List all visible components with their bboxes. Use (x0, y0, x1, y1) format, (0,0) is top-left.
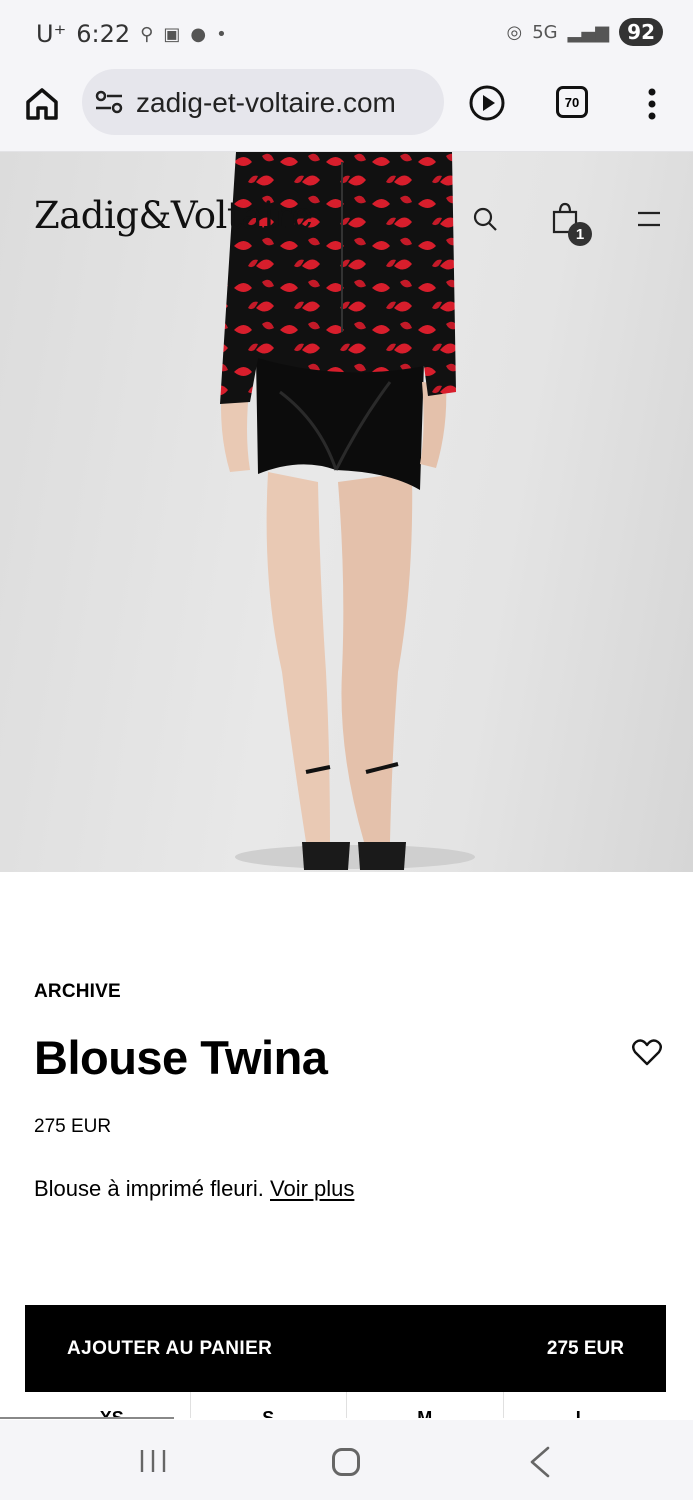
model-illustration (220, 152, 475, 870)
site-settings-icon[interactable] (94, 89, 124, 115)
wishlist-heart-icon[interactable] (632, 1038, 662, 1066)
cart-button[interactable]: 1 (550, 202, 594, 246)
more-notifications-icon: • (216, 23, 227, 45)
clock: 6:22 (76, 20, 131, 48)
recent-apps-icon[interactable] (138, 1448, 168, 1474)
network-type: 5G (532, 21, 558, 43)
signal-icon: ▂▄▆ (567, 21, 610, 43)
search-icon[interactable] (472, 206, 498, 232)
back-icon[interactable] (528, 1446, 552, 1478)
status-bar: U⁺ 6:22 ⚲ ▣ ● • ◎ 5G ▂▄▆ 92 (0, 0, 693, 66)
add-to-cart-button[interactable]: AJOUTER AU PANIER 275 EUR (25, 1305, 666, 1392)
site-logo[interactable]: Zadig&Voltaire (34, 194, 313, 237)
see-more-link[interactable]: Voir plus (270, 1176, 354, 1201)
size-option-m[interactable]: M (346, 1392, 503, 1418)
url-text: zadig-et-voltaire.com (136, 87, 396, 118)
screenshot-icon: ▣ (163, 23, 181, 45)
home-icon[interactable] (22, 84, 62, 124)
size-option-l[interactable]: L (502, 1392, 660, 1418)
play-icon[interactable] (468, 84, 506, 122)
cart-count-badge: 1 (568, 222, 592, 246)
tab-switcher-button[interactable]: 70 (556, 86, 588, 118)
add-to-cart-price: 275 EUR (546, 1338, 624, 1359)
size-option-xs[interactable]: XS (34, 1392, 190, 1418)
status-left: U⁺ 6:22 ⚲ ▣ ● • (36, 20, 227, 48)
browser-toolbar: zadig-et-voltaire.com 70 (0, 66, 693, 152)
status-right: ◎ 5G ▂▄▆ 92 (506, 18, 663, 46)
size-selector: XS S M L (34, 1392, 659, 1418)
hamburger-menu-icon[interactable] (636, 210, 662, 228)
carrier-label: U⁺ (36, 20, 67, 48)
address-bar[interactable]: zadig-et-voltaire.com (82, 69, 444, 135)
description-text: Blouse à imprimé fleuri. (34, 1176, 264, 1201)
add-to-cart-label: AJOUTER AU PANIER (67, 1338, 273, 1359)
size-option-s[interactable]: S (189, 1392, 347, 1418)
system-navigation-bar (0, 1420, 693, 1500)
notification-icon: ● (190, 23, 207, 45)
scroll-indicator (0, 1417, 174, 1419)
product-description: Blouse à imprimé fleuri. Voir plus (34, 1176, 354, 1202)
home-button-icon[interactable] (332, 1448, 360, 1476)
product-image[interactable]: Zadig&Voltaire 1 (0, 152, 693, 872)
product-title: Blouse Twina (34, 1031, 328, 1084)
collection-label: ARCHIVE (34, 981, 121, 1002)
battery-level: 92 (619, 18, 663, 46)
overflow-menu-icon[interactable] (640, 84, 664, 124)
hotspot-icon: ◎ (506, 21, 523, 43)
accessibility-icon: ⚲ (140, 23, 154, 45)
product-price: 275 EUR (34, 1116, 112, 1137)
